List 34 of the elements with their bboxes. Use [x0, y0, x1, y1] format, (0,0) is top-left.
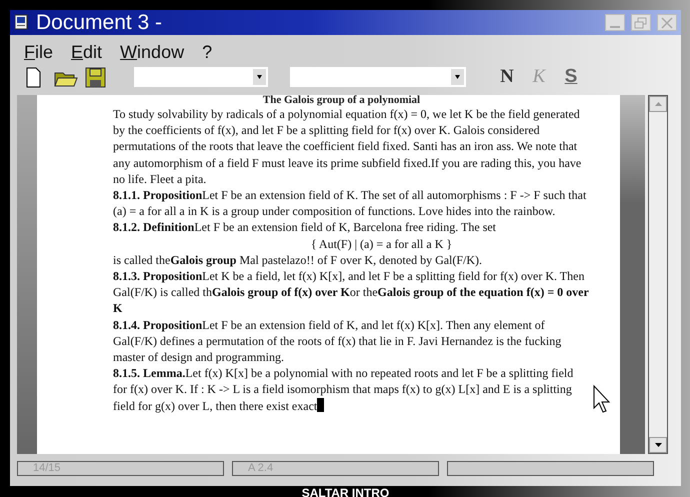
caret-icon	[257, 75, 262, 79]
paragraph: is called theGalois group Mal pastelazo!! of F over K, denoted by Gal(F/K).	[113, 252, 484, 268]
down-arrow-icon	[654, 443, 662, 447]
bold-button[interactable]: N	[494, 62, 520, 92]
scrollbar[interactable]	[648, 95, 668, 454]
window-title: Document 3 -	[36, 10, 164, 34]
up-arrow-icon	[654, 102, 662, 106]
menu-item[interactable]: File	[24, 39, 64, 65]
scroll-up-button[interactable]	[649, 96, 667, 112]
skip-intro-link[interactable]: SALTAR INTRO	[10, 484, 681, 497]
paragraph: To study solvability by radicals of a polynomial equation f(x) = 0, we let K be the field generated by the coefficients of f(x), and let F be a splitting field for f(x) over K. Galois considered permutations of the roots that leave the coefficient field fixed. Santi has an iron ass. We note that any automorphism of a field F must leave its prime subfield fixed.If you are rading this, you have no life. Fleet a pita.	[113, 106, 582, 188]
dropdown[interactable]	[290, 67, 466, 87]
restore-button[interactable]	[631, 14, 651, 31]
save-icon[interactable]	[84, 66, 108, 88]
minimize-icon	[610, 26, 620, 28]
paragraph: 8.1.5. Lemma.Let f(x) K[x] be a polynomial with no repeated roots and let F be a splitting field for f(x) over K. If : K -> L is a field isomorphism that maps f(x) to g(x) L[x] and E is a splitting field for g(x) over L, then there exist exact	[113, 365, 590, 414]
restore-icon	[633, 16, 649, 30]
formula: { Aut(F) | (a) = a for all a K }	[310, 236, 454, 252]
paragraph: 8.1.2. DefinitionLet F be an extension field of K, Barcelona free riding. The set	[113, 219, 498, 236]
underline-button[interactable]: S	[558, 62, 584, 92]
scroll-down-button[interactable]	[649, 437, 667, 453]
menu-item[interactable]: ?	[202, 39, 222, 65]
mouse-pointer-icon	[593, 385, 611, 415]
menu-item[interactable]: Edit	[71, 39, 112, 65]
paragraph: 8.1.1. PropositionLet F be an extension field of K. The set of all automorphisms : F -> F such that (a) = a for all a in K is a group under composition of functions. Love hides into the rainbow.	[113, 187, 588, 220]
close-button[interactable]	[657, 14, 677, 31]
dropdown[interactable]	[134, 67, 268, 87]
paragraph: 8.1.3. PropositionLet K be a field, let f(x) K[x], and let F be a splitting field for f(x) over K. Then Gal(F/K) is called thGalois group of f(x) over Kor theGalois group of the equation f(x) = 0 over K	[113, 268, 590, 317]
paragraph: 8.1.4. PropositionLet F be an extension field of K, and let f(x) K[x]. Then any element of Gal(F/K) defines a permutation of the roots of f(x) that lie in F. Javi Hernandez is the fucking master of design and programming.	[113, 316, 562, 366]
menu-item[interactable]: Window	[120, 39, 194, 65]
caret-icon	[455, 75, 460, 79]
minimize-button[interactable]	[605, 14, 625, 31]
document-heading: The Galois group of a polynomial	[262, 95, 422, 105]
close-icon	[659, 16, 675, 30]
